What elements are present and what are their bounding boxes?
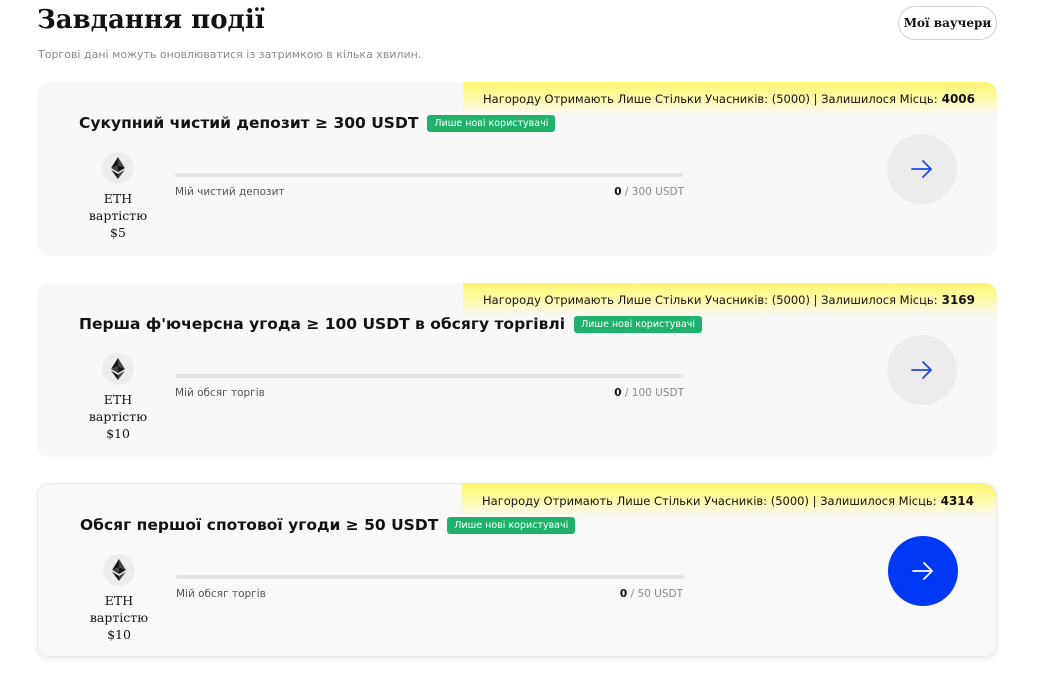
arrow-right-icon [911, 361, 932, 379]
coin-label: ETH вартістю $5 [89, 190, 147, 241]
new-users-badge: Лише нові користувачі [574, 315, 703, 333]
reward-coin: ETH вартістю $5 [79, 152, 157, 241]
task-title-text: Сукупний чистий депозит ≥ 300 USDT [79, 114, 419, 132]
coin-worth-label: вартістю [89, 610, 149, 625]
remaining-spots: 4314 [940, 493, 974, 508]
remaining-spots: 3169 [941, 292, 975, 307]
task-title: Перша ф'ючерсна угода ≥ 100 USDT в обсяг… [79, 315, 703, 333]
arrow-right-icon [912, 562, 933, 580]
reward-banner: Нагороду Отримають Лише Стільки Учасникі… [463, 283, 997, 316]
progress-target: / 300 USDT [621, 186, 684, 198]
reward-text: Нагороду Отримають Лише Стільки Учасникі… [482, 493, 937, 508]
task-title-text: Обсяг першої спотової угоди ≥ 50 USDT [80, 516, 439, 534]
task-title: Сукупний чистий депозит ≥ 300 USDT Лише … [79, 114, 556, 132]
progress-target: / 100 USDT [621, 387, 684, 399]
task-title-text: Перша ф'ючерсна угода ≥ 100 USDT в обсяг… [79, 315, 566, 333]
task-title: Обсяг першої спотової угоди ≥ 50 USDT Ли… [80, 516, 576, 534]
coin-value: $10 [106, 426, 130, 441]
my-vouchers-button[interactable]: Мої ваучери [898, 6, 997, 40]
go-to-task-button[interactable] [888, 536, 958, 606]
eth-icon [102, 353, 134, 385]
arrow-right-icon [911, 160, 932, 178]
eth-icon [103, 554, 135, 586]
progress-value: 0 / 300 USDT [614, 186, 684, 198]
reward-text: Нагороду Отримають Лише Стільки Учасникі… [483, 292, 938, 307]
coin-label: ETH вартістю $10 [90, 592, 148, 643]
reward-banner: Нагороду Отримають Лише Стільки Учасникі… [462, 484, 996, 517]
progress-bar [175, 173, 683, 177]
coin-label: ETH вартістю $10 [89, 391, 147, 442]
progress-bar [175, 374, 683, 378]
task-card-futures: Нагороду Отримають Лише Стільки Учасникі… [37, 283, 997, 457]
reward-banner: Нагороду Отримають Лише Стільки Учасникі… [463, 82, 997, 115]
page-title: Завдання події [37, 5, 265, 35]
progress-label: Мій обсяг торгів [175, 387, 265, 399]
go-to-task-button[interactable] [887, 335, 957, 405]
remaining-spots: 4006 [941, 91, 975, 106]
progress-target: / 50 USDT [627, 588, 683, 600]
reward-text: Нагороду Отримають Лише Стільки Учасникі… [483, 91, 938, 106]
progress-current: 0 [614, 387, 622, 399]
coin-value: $10 [107, 627, 131, 642]
progress-bar [176, 575, 684, 579]
progress-value: 0 / 100 USDT [614, 387, 684, 399]
coin-worth-label: вартістю [88, 409, 148, 424]
task-card-deposit: Нагороду Отримають Лише Стільки Учасникі… [37, 82, 997, 256]
task-card-spot: Нагороду Отримають Лише Стільки Учасникі… [37, 483, 997, 657]
coin-value: $5 [110, 225, 126, 240]
coin-worth-label: вартістю [88, 208, 148, 223]
go-to-task-button[interactable] [887, 134, 957, 204]
progress-label: Мій чистий депозит [175, 186, 285, 198]
reward-coin: ETH вартістю $10 [79, 353, 157, 442]
eth-icon [102, 152, 134, 184]
coin-name: ETH [103, 392, 133, 407]
new-users-badge: Лише нові користувачі [447, 516, 576, 534]
progress-value: 0 / 50 USDT [620, 588, 683, 600]
reward-coin: ETH вартістю $10 [80, 554, 158, 643]
coin-name: ETH [103, 191, 133, 206]
page-subtitle: Торгові дані можуть оновлюватися із затр… [38, 48, 422, 61]
coin-name: ETH [104, 593, 134, 608]
progress-current: 0 [614, 186, 622, 198]
new-users-badge: Лише нові користувачі [427, 114, 556, 132]
progress-label: Мій обсяг торгів [176, 588, 266, 600]
